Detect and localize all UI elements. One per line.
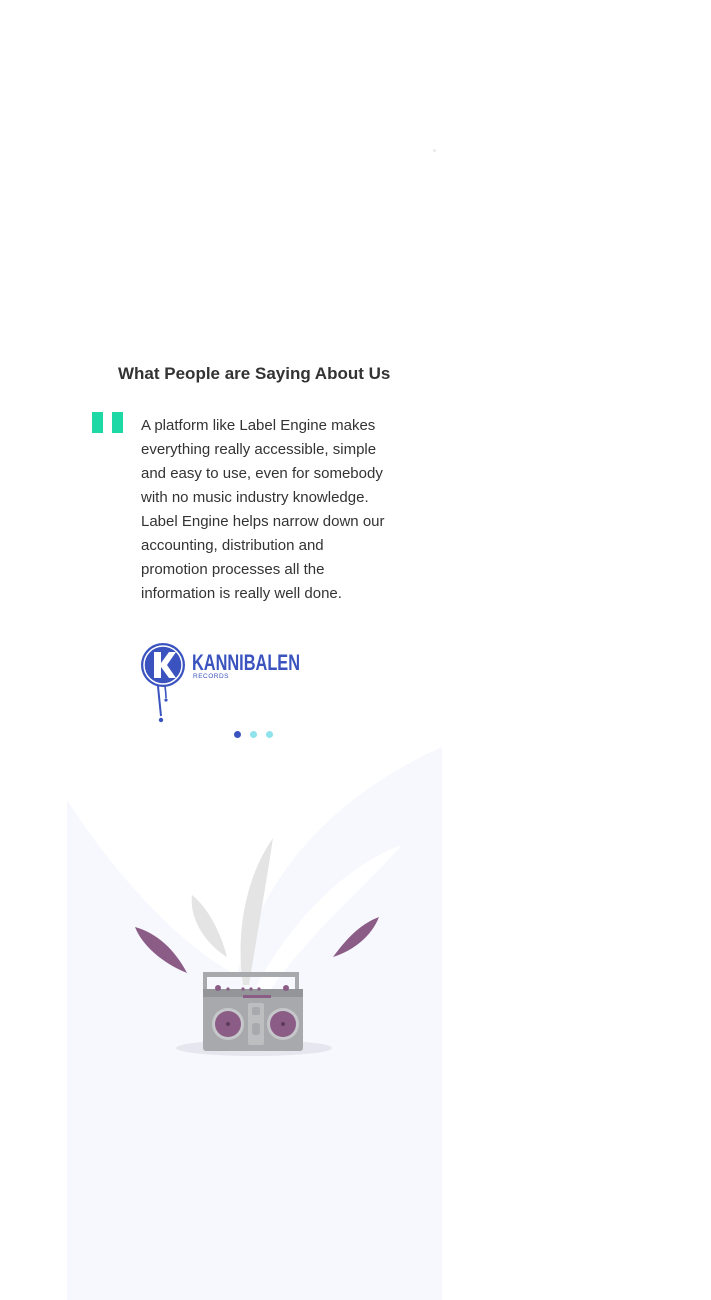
boombox-splash-illustration bbox=[67, 747, 442, 1300]
section-title: What People are Saying About Us bbox=[118, 364, 391, 383]
quote-icon bbox=[92, 412, 124, 433]
kannibalen-records-logo: KANNIBALEN RECORDS bbox=[141, 643, 300, 723]
testimonial-quote: A platform like Label Engine makes every… bbox=[141, 417, 385, 602]
page: What People are Saying About Us A platfo… bbox=[0, 0, 711, 1300]
carousel-indicators bbox=[234, 731, 273, 739]
decorative-dot bbox=[433, 149, 436, 152]
logo-subtitle: RECORDS bbox=[193, 673, 229, 680]
carousel-dot-1[interactable] bbox=[234, 731, 241, 738]
carousel-dot-3[interactable] bbox=[266, 731, 273, 738]
carousel-dot-2[interactable] bbox=[250, 731, 257, 738]
logo-name: KANNIBALEN bbox=[192, 650, 300, 675]
